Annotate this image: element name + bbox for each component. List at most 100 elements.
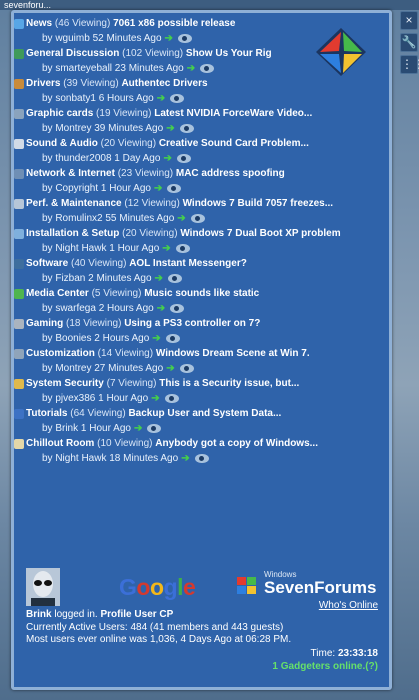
last-post-author[interactable]: by Fizban 2 Minutes Ago xyxy=(42,273,152,284)
thread-row: Installation & Setup (20 Viewing) Window… xyxy=(14,228,386,258)
go-to-last-post-arrow-icon[interactable]: ➔ xyxy=(155,273,163,284)
thread-title-link[interactable]: Music sounds like static xyxy=(144,288,259,299)
eye-icon[interactable] xyxy=(177,33,192,43)
forum-category-link[interactable]: Sound & Audio xyxy=(26,138,98,149)
last-post-author[interactable]: by sonbaty1 6 Hours Ago xyxy=(42,93,154,104)
go-to-last-post-arrow-icon[interactable]: ➔ xyxy=(187,63,195,74)
go-to-last-post-arrow-icon[interactable]: ➔ xyxy=(177,213,185,224)
driver-icon xyxy=(14,79,24,89)
go-to-last-post-arrow-icon[interactable]: ➔ xyxy=(166,363,174,374)
profile-link[interactable]: Profile xyxy=(101,609,132,620)
last-post-author[interactable]: by Night Hawk 18 Minutes Ago xyxy=(42,453,178,464)
thread-row: Software (40 Viewing) AOL Instant Messen… xyxy=(14,258,386,288)
last-post-author[interactable]: by Romulinx2 55 Minutes Ago xyxy=(42,213,174,224)
sevenforums-logo[interactable]: Windows SevenForums xyxy=(236,570,386,602)
eye-icon[interactable] xyxy=(176,153,191,163)
eye-icon[interactable] xyxy=(164,393,179,403)
close-button[interactable]: × xyxy=(400,11,418,30)
user-cp-link[interactable]: User CP xyxy=(134,609,173,620)
google-logo[interactable]: Google xyxy=(119,574,196,601)
eye-icon[interactable] xyxy=(179,363,194,373)
last-post-author[interactable]: by Montrey 27 Minutes Ago xyxy=(42,363,163,374)
viewing-count: (20 Viewing) xyxy=(100,138,157,149)
go-to-last-post-arrow-icon[interactable]: ➔ xyxy=(157,303,165,314)
eye-icon[interactable] xyxy=(190,213,205,223)
forum-category-link[interactable]: Installation & Setup xyxy=(26,228,119,239)
eye-icon[interactable] xyxy=(179,123,194,133)
thread-title-link[interactable]: 7061 x86 possible release xyxy=(113,18,235,29)
eye-icon[interactable] xyxy=(170,303,185,313)
forum-category-link[interactable]: Software xyxy=(26,258,68,269)
thread-title-link[interactable]: Windows Dream Scene at Win 7. xyxy=(156,348,310,359)
go-to-last-post-arrow-icon[interactable]: ➔ xyxy=(181,453,189,464)
last-post-author[interactable]: by swarfega 2 Hours Ago xyxy=(42,303,154,314)
thread-title-link[interactable]: Using a PS3 controller on 7? xyxy=(124,318,260,329)
gadgeters-online-link[interactable]: 1 Gadgeters online.(?) xyxy=(272,661,378,672)
whos-online-link[interactable]: Who's Online xyxy=(319,600,378,611)
forum-category-link[interactable]: Customization xyxy=(26,348,95,359)
viewing-count: (102 Viewing) xyxy=(122,48,184,59)
time-label: Time: xyxy=(310,648,336,659)
go-to-last-post-arrow-icon[interactable]: ➔ xyxy=(134,423,142,434)
thread-title-link[interactable]: Windows 7 Dual Boot XP problem xyxy=(180,228,340,239)
thread-title-link[interactable]: AOL Instant Messenger? xyxy=(129,258,247,269)
thread-title-link[interactable]: Creative Sound Card Problem... xyxy=(159,138,309,149)
eye-icon[interactable] xyxy=(147,423,162,433)
forum-category-link[interactable]: News xyxy=(26,18,52,29)
forum-category-link[interactable]: Chillout Room xyxy=(26,438,94,449)
settings-wrench-icon[interactable]: 🔧 xyxy=(400,33,418,52)
viewing-count: (5 Viewing) xyxy=(91,288,142,299)
last-post-author[interactable]: by Copyright 1 Hour Ago xyxy=(42,183,151,194)
thread-title-link[interactable]: Anybody got a copy of Windows... xyxy=(155,438,318,449)
eye-icon[interactable] xyxy=(165,333,180,343)
username-link[interactable]: Brink xyxy=(26,609,52,620)
eye-icon[interactable] xyxy=(200,63,215,73)
forum-category-link[interactable]: Perf. & Maintenance xyxy=(26,198,122,209)
last-post-author[interactable]: by Night Hawk 1 Hour Ago xyxy=(42,243,159,254)
thread-title-link[interactable]: Show Us Your Rig xyxy=(186,48,272,59)
last-post-author[interactable]: by thunder2008 1 Day Ago xyxy=(42,153,160,164)
thread-row: News (46 Viewing) 7061 x86 possible rele… xyxy=(14,18,386,48)
last-post-author[interactable]: by smarteyeball 23 Minutes Ago xyxy=(42,63,184,74)
last-post-author[interactable]: by Montrey 39 Minutes Ago xyxy=(42,123,163,134)
eye-icon[interactable] xyxy=(170,93,185,103)
thread-title-link[interactable]: Backup User and System Data... xyxy=(128,408,281,419)
last-post-author[interactable]: by wguimb 52 Minutes Ago xyxy=(42,33,162,44)
forum-category-link[interactable]: Drivers xyxy=(26,78,60,89)
thread-line: General Discussion (102 Viewing) Show Us… xyxy=(14,48,272,60)
thread-line: Gaming (18 Viewing) Using a PS3 controll… xyxy=(14,318,260,330)
go-to-last-post-arrow-icon[interactable]: ➔ xyxy=(165,33,173,44)
last-post-author[interactable]: by Boonies 2 Hours Ago xyxy=(42,333,149,344)
thread-meta: by Montrey 39 Minutes Ago ➔ xyxy=(42,123,194,135)
eye-icon[interactable] xyxy=(175,243,190,253)
thread-title-link[interactable]: Authentec Drivers xyxy=(121,78,207,89)
thread-meta: by Boonies 2 Hours Ago ➔ xyxy=(42,333,180,345)
go-to-last-post-arrow-icon[interactable]: ➔ xyxy=(151,393,159,404)
last-post-author[interactable]: by pjvex386 1 Hour Ago xyxy=(42,393,148,404)
go-to-last-post-arrow-icon[interactable]: ➔ xyxy=(166,123,174,134)
go-to-last-post-arrow-icon[interactable]: ➔ xyxy=(163,153,171,164)
go-to-last-post-arrow-icon[interactable]: ➔ xyxy=(152,333,160,344)
thread-title-link[interactable]: Latest NVIDIA ForceWare Video... xyxy=(154,108,312,119)
forum-category-link[interactable]: System Security xyxy=(26,378,104,389)
last-post-author[interactable]: by Brink 1 Hour Ago xyxy=(42,423,131,434)
eye-icon[interactable] xyxy=(167,273,182,283)
eye-icon[interactable] xyxy=(167,183,182,193)
eye-icon[interactable] xyxy=(194,453,209,463)
forum-category-link[interactable]: Network & Internet xyxy=(26,168,115,179)
forum-category-link[interactable]: Tutorials xyxy=(26,408,67,419)
thread-line: System Security (7 Viewing) This is a Se… xyxy=(14,378,299,390)
forum-category-link[interactable]: Gaming xyxy=(26,318,63,329)
forum-category-link[interactable]: Media Center xyxy=(26,288,89,299)
thread-title-link[interactable]: MAC address spoofing xyxy=(176,168,285,179)
go-to-last-post-arrow-icon[interactable]: ➔ xyxy=(154,183,162,194)
thread-title-link[interactable]: Windows 7 Build 7057 freezes... xyxy=(183,198,334,209)
forum-category-link[interactable]: Graphic cards xyxy=(26,108,93,119)
gadget-toolbar: × 🔧 ⋮⋮ xyxy=(399,10,419,74)
avatar[interactable] xyxy=(26,568,60,606)
drag-handle-icon[interactable]: ⋮⋮ xyxy=(400,55,419,74)
go-to-last-post-arrow-icon[interactable]: ➔ xyxy=(157,93,165,104)
thread-title-link[interactable]: This is a Security issue, but... xyxy=(159,378,299,389)
go-to-last-post-arrow-icon[interactable]: ➔ xyxy=(162,243,170,254)
forum-category-link[interactable]: General Discussion xyxy=(26,48,119,59)
